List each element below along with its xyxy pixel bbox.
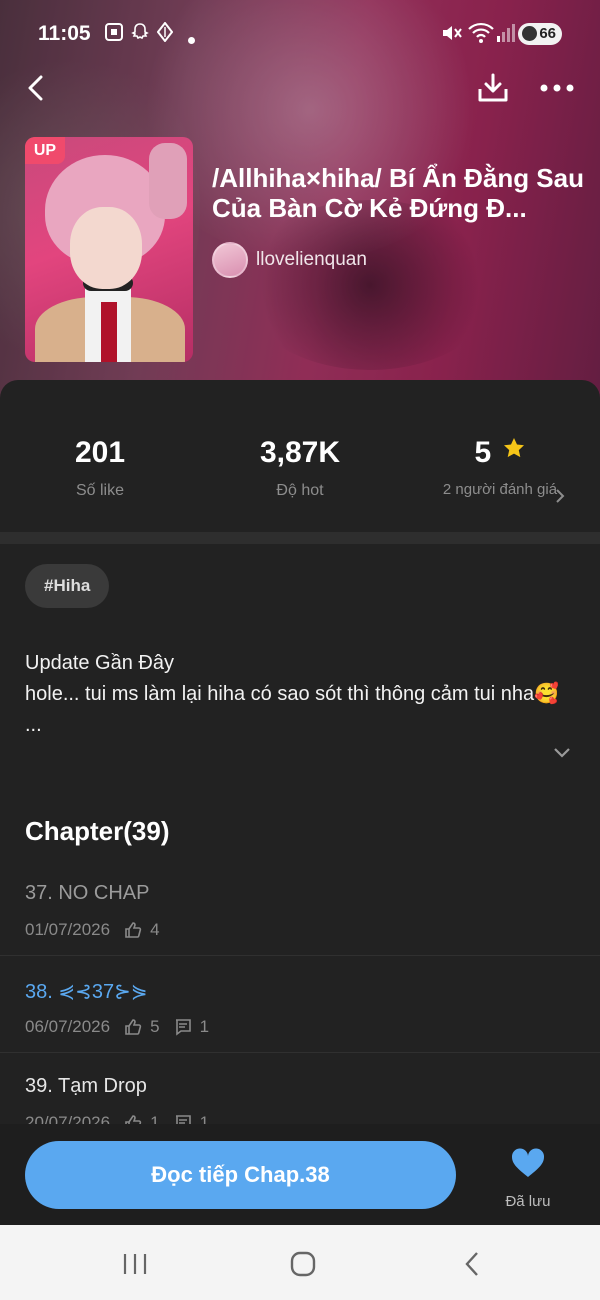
chapter-meta: 06/07/2026 5 1 (25, 1017, 209, 1037)
chapter-item[interactable]: 38. ⋞⊰37⊱⋟ 06/07/2026 5 1 (0, 957, 600, 1053)
thumbs-up-icon (124, 1018, 142, 1036)
story-title: /Allhiha×hiha/ Bí Ẩn Đằng Sau Của Bàn Cờ… (212, 163, 584, 223)
status-time: 11:05 (38, 22, 91, 45)
home-icon (290, 1251, 316, 1277)
heart-icon (511, 1148, 545, 1177)
chapter-comments: 1 (199, 1017, 210, 1036)
signal-icon (496, 22, 516, 49)
continue-reading-button[interactable]: Đọc tiếp Chap.38 (25, 1141, 456, 1209)
chapter-likes: 5 (150, 1017, 160, 1036)
section-divider (0, 532, 600, 544)
diamond-icon (156, 21, 174, 47)
chevron-right-icon (555, 488, 565, 509)
update-section: Update Gần Đây hole... tui ms làm lại hi… (25, 648, 565, 741)
likes-count: 201 (74, 436, 126, 469)
rating-label: 2 người đánh giá (442, 481, 558, 498)
system-back-icon (465, 1252, 478, 1276)
status-bar: 11:05 66 (0, 0, 600, 68)
likes-label: Số like (75, 482, 125, 499)
story-cover-image: UP (25, 137, 193, 362)
stats-row: 201 Số like 3,87K Độ hot 5 2 người đánh … (0, 380, 600, 532)
chapter-title: 38. ⋞⊰37⊱⋟ (25, 981, 148, 1003)
saved-button[interactable]: Đã lưu (496, 1148, 560, 1210)
chapter-date: 06/07/2026 (25, 1017, 111, 1036)
screen-record-icon (104, 22, 124, 47)
hot-count: 3,87K (259, 436, 341, 469)
dot-icon (188, 28, 195, 49)
system-back-button[interactable] (452, 1247, 492, 1281)
chapters-heading: Chapter(39) (25, 816, 170, 846)
thumbs-up-icon (124, 921, 142, 939)
update-text: hole... tui ms làm lại hiha có sao sót t… (25, 683, 560, 705)
chapter-title: 39. Tạm Drop (25, 1075, 147, 1097)
more-dots-icon (540, 84, 574, 92)
chapter-meta: 01/07/2026 4 (25, 920, 160, 940)
recent-apps-button[interactable] (115, 1247, 155, 1281)
update-badge: UP (25, 137, 65, 164)
author-name: llovelienquan (256, 249, 367, 270)
battery-icon: 66 (518, 23, 562, 45)
hot-label: Độ hot (276, 482, 324, 499)
star-icon (503, 438, 524, 458)
author-link[interactable]: llovelienquan (212, 242, 367, 278)
stat-rating[interactable]: 5 2 người đánh giá (400, 436, 600, 499)
system-navigation-bar (0, 1225, 600, 1300)
recent-apps-icon (123, 1254, 147, 1274)
chapter-date: 01/07/2026 (25, 920, 111, 939)
back-arrow-icon (28, 75, 43, 101)
chevron-down-icon (554, 748, 570, 758)
expand-button[interactable] (552, 746, 572, 765)
rating-value-row: 5 (400, 436, 600, 470)
stat-hot: 3,87K Độ hot (200, 436, 400, 500)
mute-icon (440, 22, 462, 49)
battery-level: 66 (539, 25, 556, 42)
download-icon (478, 73, 508, 102)
update-ellipsis: ... (25, 714, 42, 736)
chapter-item[interactable]: 37. NO CHAP 01/07/2026 4 (0, 860, 600, 956)
chapter-likes: 4 (150, 920, 160, 939)
back-button[interactable] (14, 68, 58, 108)
rating-value: 5 (474, 436, 492, 469)
stat-likes: 201 Số like (0, 436, 200, 500)
more-button[interactable] (535, 68, 579, 108)
home-button[interactable] (283, 1247, 323, 1281)
author-avatar (212, 242, 248, 278)
comment-icon (174, 1018, 192, 1036)
tag-chip[interactable]: #Hiha (25, 564, 110, 608)
saved-label: Đã lưu (505, 1193, 551, 1210)
update-heading: Update Gần Đây (25, 652, 174, 674)
download-button[interactable] (471, 68, 515, 108)
chapter-title: 37. NO CHAP (25, 882, 150, 904)
snapchat-icon (130, 22, 150, 47)
wifi-icon (468, 22, 494, 49)
